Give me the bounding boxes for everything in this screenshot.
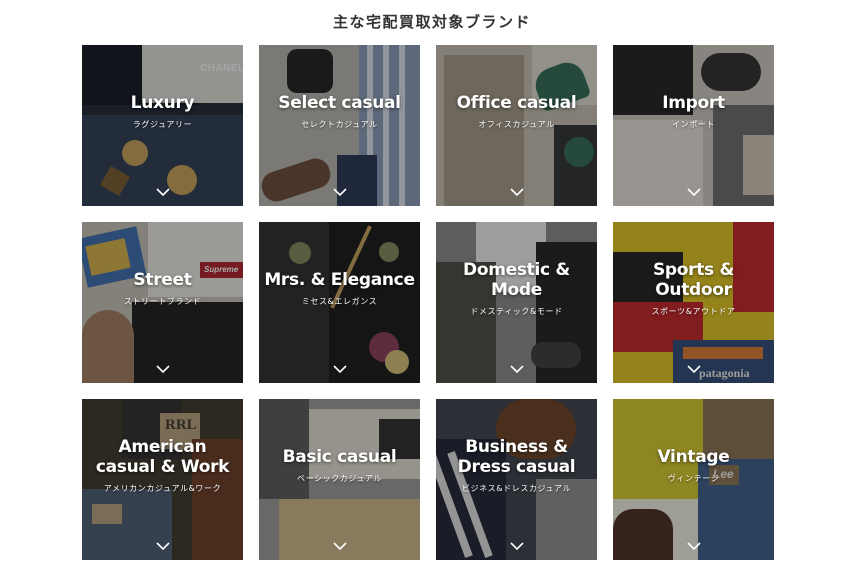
category-tile-sports-outdoor[interactable]: patagonia Sports & Outdoor スポーツ&アウトドア (613, 222, 774, 383)
chevron-down-icon (155, 542, 170, 550)
tile-title: Vintage (657, 447, 730, 467)
category-tile-import[interactable]: Import インポート (613, 45, 774, 206)
tile-title: Luxury (130, 93, 195, 113)
category-tile-select-casual[interactable]: Select casual セレクトカジュアル (259, 45, 420, 206)
category-tile-luxury[interactable]: CHANEL Luxury ラグジュアリー (82, 45, 243, 206)
tile-title: Sports & Outdoor (652, 260, 735, 300)
category-tile-business-dress-casual[interactable]: Business & Dress casual ビジネス&ドレスカジュアル (436, 399, 597, 560)
tile-title: Domestic & Mode (463, 260, 570, 300)
tile-title: Basic casual (282, 447, 397, 467)
tile-subtitle: アメリカンカジュアル&ワーク (103, 484, 222, 493)
page-title: 主な宅配買取対象ブランド (332, 13, 531, 31)
tile-title: American casual & Work (95, 437, 230, 477)
tile-subtitle: インポート (672, 120, 715, 129)
tile-subtitle: ラグジュアリー (132, 120, 193, 129)
brand-category-grid: CHANEL Luxury ラグジュアリー Select casual セレクト… (82, 45, 774, 560)
tile-title: Select casual (278, 93, 401, 113)
category-tile-mrs-elegance[interactable]: Mrs. & Elegance ミセス&エレガンス (259, 222, 420, 383)
chevron-down-icon (509, 542, 524, 550)
tile-subtitle: ストリートブランド (123, 297, 202, 306)
chevron-down-icon (686, 542, 701, 550)
chevron-down-icon (509, 365, 524, 373)
tile-subtitle: ヴィンテージ (667, 474, 720, 483)
chevron-down-icon (332, 542, 347, 550)
tile-subtitle: ベーシックカジュアル (296, 474, 383, 483)
tile-title: Street (133, 270, 192, 290)
tile-title: Business & Dress casual (457, 437, 576, 477)
category-tile-domestic-mode[interactable]: Domestic & Mode ドメスティック&モード (436, 222, 597, 383)
tile-subtitle: オフィスカジュアル (478, 120, 555, 129)
tile-title: Office casual (456, 93, 577, 113)
category-tile-office-casual[interactable]: Office casual オフィスカジュアル (436, 45, 597, 206)
chevron-down-icon (509, 188, 524, 196)
tile-subtitle: ドメスティック&モード (470, 307, 563, 316)
category-tile-street[interactable]: Supreme Street ストリートブランド (82, 222, 243, 383)
category-tile-vintage[interactable]: Lee Vintage ヴィンテージ (613, 399, 774, 560)
chevron-down-icon (686, 365, 701, 373)
chevron-down-icon (155, 188, 170, 196)
chevron-down-icon (155, 365, 170, 373)
tile-subtitle: ビジネス&ドレスカジュアル (461, 484, 572, 493)
tile-subtitle: スポーツ&アウトドア (651, 307, 736, 316)
tile-subtitle: セレクトカジュアル (301, 120, 378, 129)
category-tile-american-casual-work[interactable]: RRL American casual & Work アメリカンカジュアル&ワー… (82, 399, 243, 560)
chevron-down-icon (686, 188, 701, 196)
chevron-down-icon (332, 365, 347, 373)
tile-subtitle: ミセス&エレガンス (301, 297, 378, 306)
chevron-down-icon (332, 188, 347, 196)
category-tile-basic-casual[interactable]: Basic casual ベーシックカジュアル (259, 399, 420, 560)
tile-title: Mrs. & Elegance (264, 270, 415, 290)
tile-title: Import (662, 93, 725, 113)
